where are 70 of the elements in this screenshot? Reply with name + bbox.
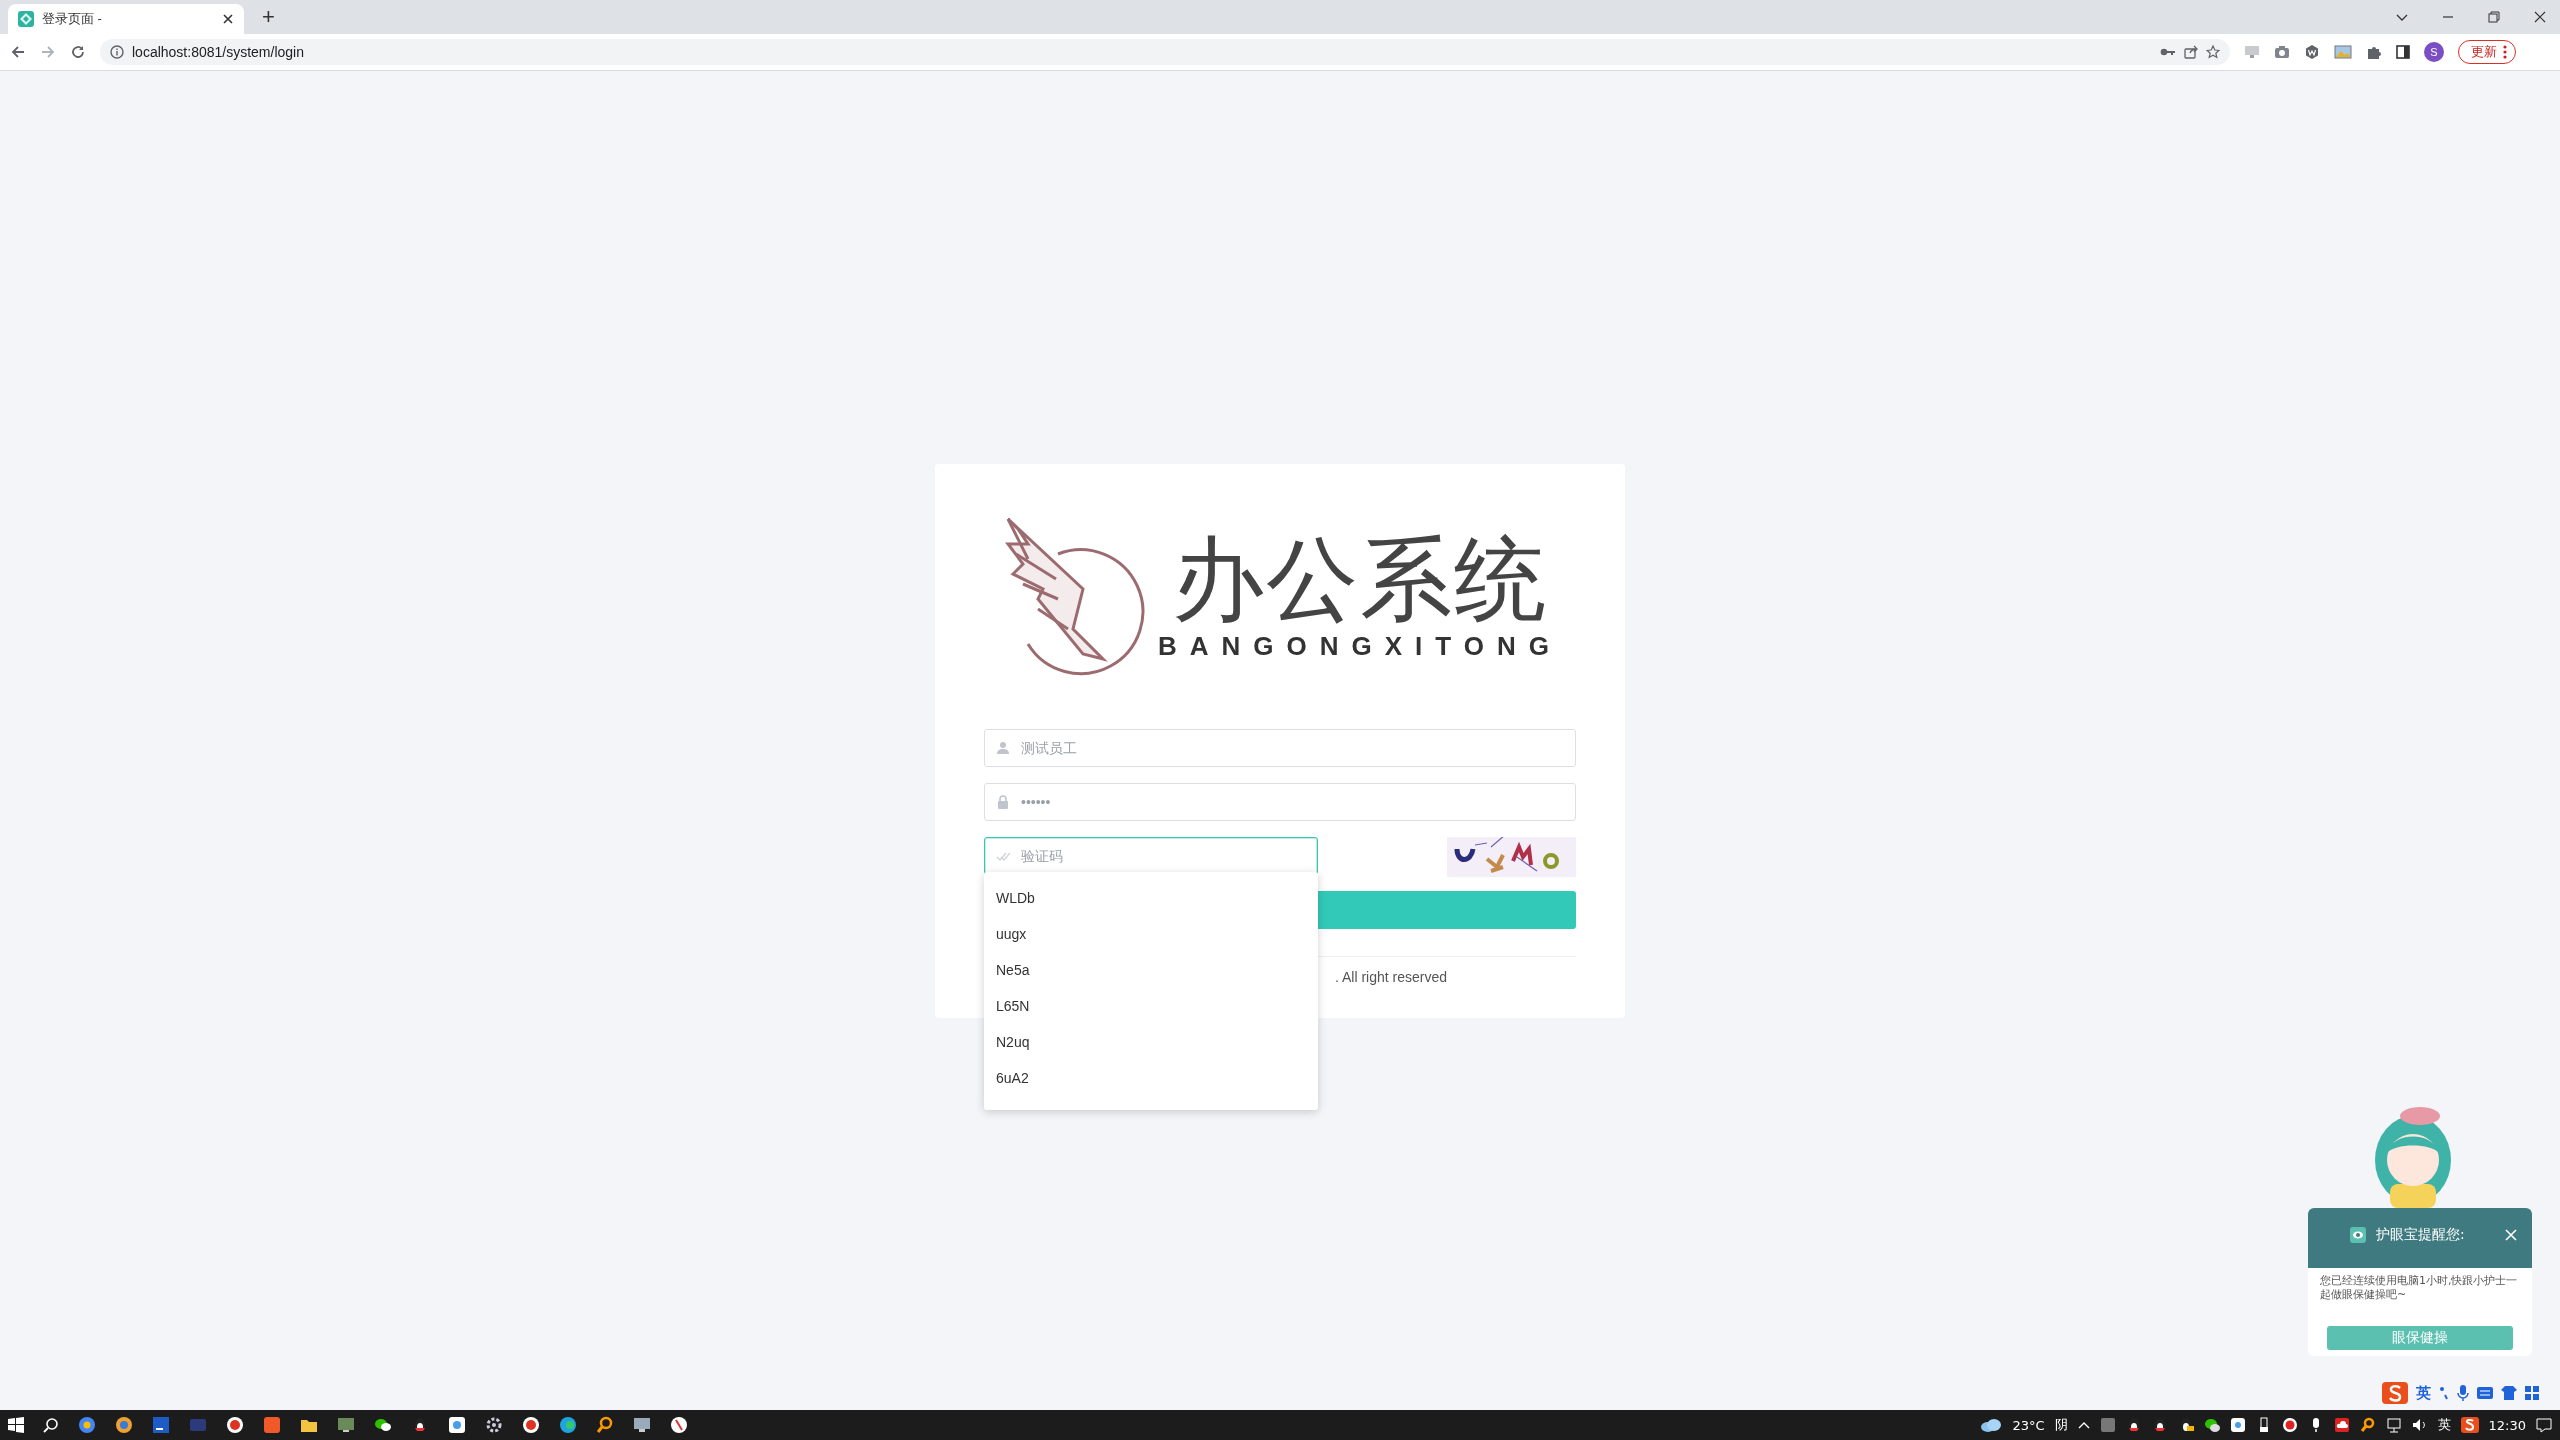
suggestion-item[interactable]: WLDb [984, 880, 1318, 916]
suggestion-item[interactable]: uugx [984, 916, 1318, 952]
windows-logo-icon[interactable] [8, 1417, 24, 1433]
captcha-field[interactable]: 验证码 [984, 837, 1318, 875]
search-icon[interactable] [43, 1417, 59, 1433]
cloud-icon[interactable] [2333, 1417, 2350, 1433]
lock-icon [996, 795, 1010, 809]
circle-icon[interactable] [78, 1416, 96, 1434]
clock-text[interactable]: 12:30 [2488, 1417, 2526, 1433]
logo-title: 办公系统 [1172, 530, 1548, 628]
side-panel-icon[interactable] [2396, 45, 2410, 59]
close-icon[interactable] [222, 13, 234, 25]
eye-icon [2350, 1227, 2366, 1243]
s-logo-icon[interactable] [2460, 1417, 2479, 1433]
update-button[interactable]: 更新 [2458, 40, 2516, 64]
monitor-icon[interactable] [337, 1416, 355, 1434]
punctuation-icon[interactable] [2439, 1386, 2449, 1400]
back-icon[interactable] [10, 44, 26, 60]
camera-icon[interactable] [2274, 45, 2290, 59]
record-icon[interactable] [522, 1416, 540, 1434]
new-tab-button[interactable]: + [256, 4, 281, 30]
temperature-text: 23°C [2012, 1417, 2045, 1433]
square-icon[interactable] [2229, 1417, 2246, 1433]
profile-avatar[interactable]: S [2424, 42, 2444, 62]
share-icon[interactable] [2184, 45, 2198, 59]
password-field[interactable]: •••••• [984, 783, 1576, 821]
network-icon[interactable] [2385, 1417, 2402, 1433]
square-icon[interactable] [152, 1416, 170, 1434]
grid-icon[interactable] [2525, 1386, 2539, 1400]
speaker-icon[interactable] [2411, 1417, 2428, 1433]
suggestion-item[interactable]: L65N [984, 988, 1318, 1024]
puzzle-icon[interactable] [2366, 44, 2382, 60]
circle-icon[interactable] [115, 1416, 133, 1434]
reminder-title: 护眼宝提醒您: [2376, 1226, 2466, 1244]
record-icon[interactable] [2281, 1417, 2298, 1433]
suggestion-item[interactable]: 6uA2 [984, 1060, 1318, 1096]
cloud-icon[interactable] [1980, 1418, 2003, 1432]
weather-text: 阴 [2054, 1416, 2068, 1434]
star-icon[interactable] [2206, 45, 2220, 59]
hexagon-icon[interactable] [2304, 44, 2320, 60]
reload-icon[interactable] [70, 44, 86, 60]
shirt-icon[interactable] [2501, 1386, 2517, 1400]
circle-icon[interactable] [559, 1416, 577, 1434]
chevron-up-icon[interactable] [2077, 1421, 2090, 1429]
address-bar[interactable]: localhost:8081/system/login [100, 39, 2230, 65]
ime-mode[interactable]: 英 [2416, 1383, 2431, 1403]
restore-icon[interactable] [2488, 11, 2500, 23]
copyright-text: . All right reserved [1335, 969, 1449, 985]
ime-indicator[interactable]: 英 [2437, 1416, 2451, 1434]
suggestion-item[interactable]: N2uq [984, 1024, 1318, 1060]
notification-icon[interactable] [2536, 1417, 2552, 1433]
magnifier-icon[interactable] [596, 1416, 614, 1434]
browser-tab[interactable]: 登录页面 - [8, 4, 244, 34]
chat-icon[interactable] [2203, 1417, 2220, 1433]
gear-icon[interactable] [485, 1416, 503, 1434]
username-field[interactable]: 测试员工 [984, 729, 1576, 767]
chat-icon[interactable] [374, 1416, 392, 1434]
square-icon[interactable] [448, 1416, 466, 1434]
info-icon [110, 45, 124, 59]
site-icon [18, 11, 34, 27]
record-icon[interactable] [226, 1416, 244, 1434]
suggestion-item[interactable]: Ne5a [984, 952, 1318, 988]
magnifier-icon[interactable] [2359, 1417, 2376, 1433]
close-icon[interactable] [2534, 11, 2546, 23]
monitor-icon[interactable] [633, 1416, 651, 1434]
user-icon [996, 741, 1010, 755]
keyboard-icon[interactable] [2477, 1387, 2493, 1399]
logo-subtitle: BANGONGXITONG [1158, 631, 1562, 663]
more-icon [2503, 45, 2507, 59]
reminder-message: 您已经连续使用电脑1小时,快跟小护士一起做眼保健操吧~ [2320, 1274, 2519, 1303]
